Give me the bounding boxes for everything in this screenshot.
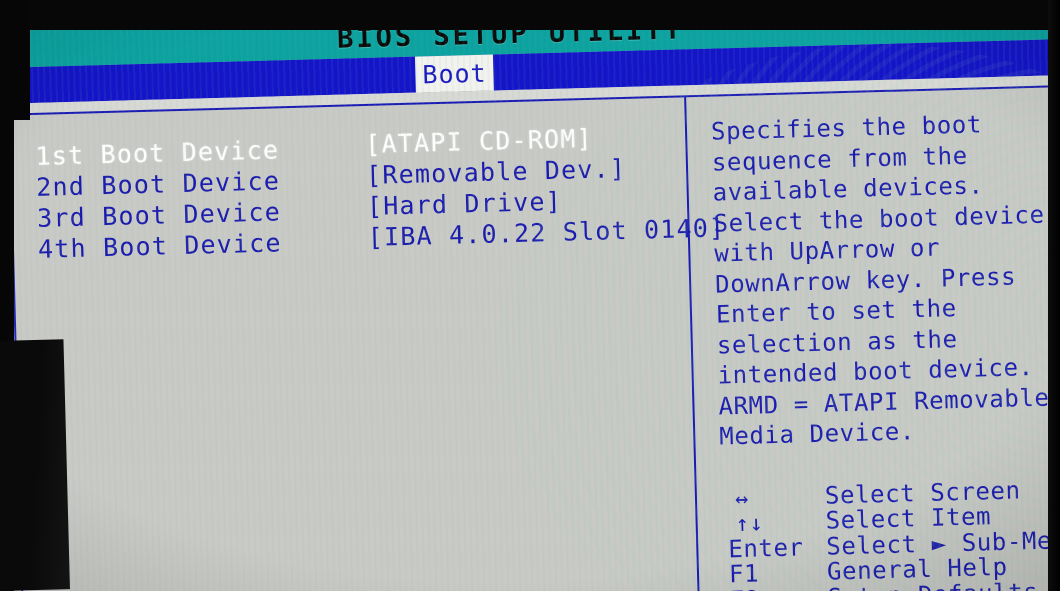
help-panel: Specifies the boot sequence from the ava… <box>684 84 1060 591</box>
key-legend: ↔ Select Screen ↑↓ Select Item Enter Select ►… <box>721 476 1060 591</box>
bios-screen: BIOS SETUP UTILITY Boot 1st Boot Device[… <box>0 0 1060 591</box>
boot-settings-panel: 1st Boot Device [ATAPI CD-ROM] 2nd Boot De… <box>8 95 726 591</box>
bezel-corner-top-left <box>0 0 30 120</box>
help-text: Specifies the boot sequence from the ava… <box>710 110 1050 451</box>
boot-device-value[interactable]: [Removable Dev.] <box>366 153 627 191</box>
boot-device-list: 1st Boot Device [ATAPI CD-ROM] 2nd Boot De… <box>35 123 725 265</box>
bezel-top <box>0 0 1060 30</box>
bezel-bottom-left <box>0 339 70 591</box>
monitor-photo: BIOS SETUP UTILITY Boot 1st Boot Device[… <box>0 0 1060 591</box>
tab-boot-label: Boot <box>422 58 488 89</box>
key-legend-key: Enter <box>727 532 804 563</box>
arrow-key-icon: ↔ <box>734 486 750 512</box>
key-legend-key: F9 <box>723 585 828 591</box>
body-area: 1st Boot Device [ATAPI CD-ROM] 2nd Boot De… <box>0 84 1060 591</box>
bezel-right <box>1048 0 1060 591</box>
key-legend-key: F1 <box>728 559 760 589</box>
tab-boot[interactable]: Boot <box>414 54 495 93</box>
screen-wrapper: BIOS SETUP UTILITY Boot 1st Boot Device[… <box>0 0 1060 591</box>
